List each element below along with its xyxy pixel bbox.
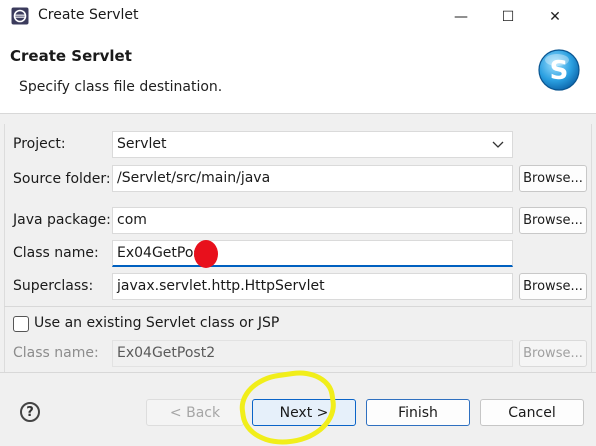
superclass-label: Superclass: [13,278,94,294]
close-icon: ✕ [549,8,561,25]
form-divider [4,306,592,307]
superclass-input[interactable]: javax.servlet.http.HttpServlet [112,273,513,300]
java-package-browse-button[interactable]: Browse... [519,207,587,234]
class-name-input[interactable]: Ex04GetPost [112,240,513,267]
maximize-button[interactable]: ☐ [485,0,531,33]
source-folder-browse-button[interactable]: Browse... [519,165,587,192]
chevron-down-icon [492,132,504,157]
project-combo[interactable]: Servlet [112,131,513,158]
eclipse-app-icon [11,7,29,25]
existing-class-input[interactable]: Ex04GetPost2 [112,340,513,367]
help-icon[interactable]: ? [20,402,40,422]
back-button[interactable]: < Back [146,399,244,426]
maximize-icon: ☐ [501,8,515,25]
superclass-browse-button[interactable]: Browse... [519,273,587,300]
wizard-title: Create Servlet [10,47,132,65]
wizard-header: Create Servlet Specify class file destin… [0,33,596,113]
header-divider [0,113,596,114]
finish-button[interactable]: Finish [366,399,470,426]
source-folder-input[interactable]: /Servlet/src/main/java [112,165,513,192]
use-existing-checkbox[interactable] [13,316,29,332]
red-annotation-dot [194,240,218,268]
existing-class-label: Class name: [13,345,99,361]
source-folder-label: Source folder: [13,171,111,187]
class-name-label: Class name: [13,245,99,261]
logo-letter: S [550,56,569,86]
use-existing-label[interactable]: Use an existing Servlet class or JSP [34,315,279,331]
existing-class-browse-button[interactable]: Browse... [519,340,587,367]
wizard-description: Specify class file destination. [19,79,223,95]
minimize-icon: — [454,8,468,25]
window-title: Create Servlet [38,7,139,23]
servlet-logo-icon: S [538,49,580,91]
minimize-button[interactable]: — [438,0,484,33]
yellow-highlight-annotation [235,365,341,446]
java-package-input[interactable]: com [112,207,513,234]
java-package-label: Java package: [13,212,111,228]
project-value: Servlet [117,136,167,152]
project-label: Project: [13,136,66,152]
title-bar: Create Servlet — ☐ ✕ [0,0,596,33]
cancel-button[interactable]: Cancel [480,399,584,426]
close-button[interactable]: ✕ [532,0,578,33]
